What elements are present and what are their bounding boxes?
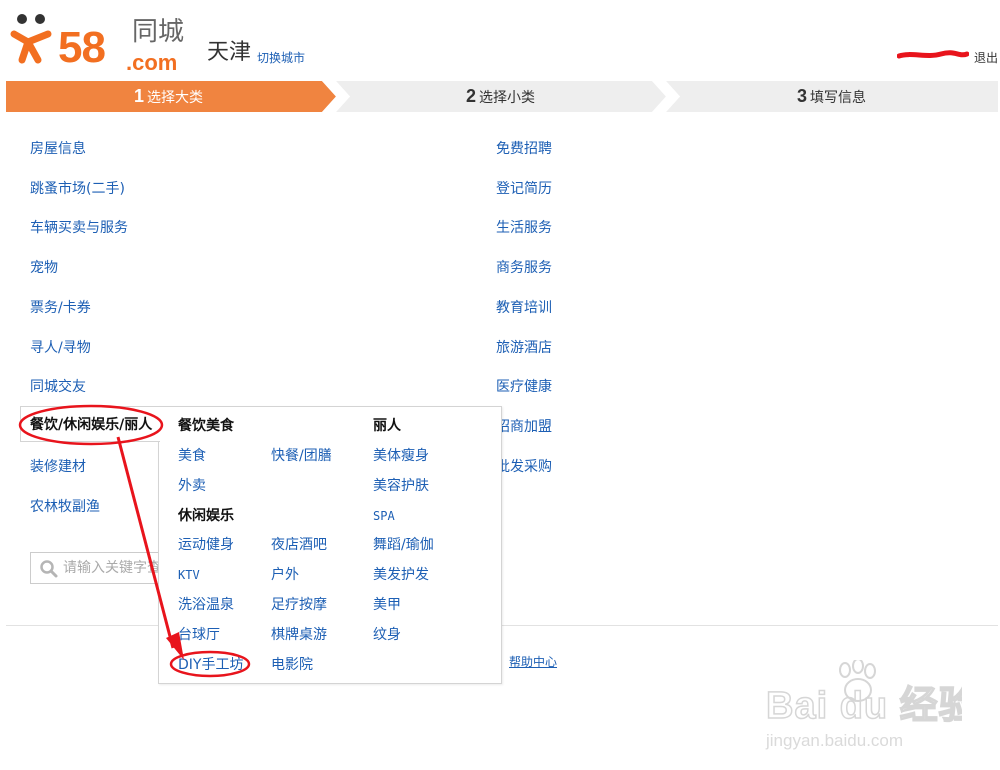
category-wholesale[interactable]: 批发采购 [496, 457, 552, 477]
site-logo[interactable]: 58 同城 .com [8, 12, 193, 75]
step-1: 1 选择大类 [134, 81, 203, 112]
sub-diy-workshop[interactable]: DIY手工坊 [178, 655, 243, 675]
category-life-services[interactable]: 生活服务 [496, 218, 552, 238]
category-education[interactable]: 教育培训 [496, 298, 552, 318]
category-dining-leisure-beauty[interactable]: 餐饮/休闲娱乐/丽人 [20, 406, 160, 442]
sub-fitness[interactable]: 运动健身 [178, 535, 234, 555]
category-second-hand[interactable]: 跳蚤市场(二手) [30, 179, 125, 199]
footer-divider [6, 625, 998, 626]
sub-outdoor[interactable]: 户外 [271, 565, 299, 585]
redacted-username[interactable] [897, 50, 969, 60]
group-heading-food: 餐饮美食 [178, 418, 234, 434]
subcategory-flyout: 餐饮美食 丽人 美食 快餐/团膳 美体瘦身 外卖 美容护肤 休闲娱乐 SPA 运… [158, 406, 502, 684]
category-franchise[interactable]: 招商加盟 [496, 417, 552, 437]
category-pets[interactable]: 宠物 [30, 258, 58, 278]
sub-board-games[interactable]: 棋牌桌游 [271, 625, 327, 645]
step-1-label: 选择大类 [147, 90, 204, 106]
category-agriculture[interactable]: 农林牧副渔 [30, 497, 100, 517]
sub-bath-spring[interactable]: 洗浴温泉 [178, 595, 234, 615]
category-housing[interactable]: 房屋信息 [30, 139, 86, 159]
group-heading-leisure: 休闲娱乐 [178, 508, 234, 524]
category-tickets[interactable]: 票务/卡券 [30, 298, 91, 318]
step-1-number: 1 [134, 86, 145, 106]
category-jobs[interactable]: 免费招聘 [496, 139, 552, 159]
logo-tongcheng: 同城 [132, 17, 185, 47]
sub-nails[interactable]: 美甲 [373, 595, 401, 615]
sub-food[interactable]: 美食 [178, 446, 206, 466]
sub-nightclub[interactable]: 夜店酒吧 [271, 535, 327, 555]
step-2-label: 选择小类 [479, 90, 536, 106]
baidu-jingyan-watermark: Bai du 经验 jingyan.baidu.com [765, 660, 962, 750]
sub-takeout[interactable]: 外卖 [178, 476, 206, 496]
category-dining-leisure-beauty-label: 餐饮/休闲娱乐/丽人 [30, 417, 153, 433]
sub-cinema[interactable]: 电影院 [271, 655, 313, 675]
logo-dotcom: .com [126, 50, 178, 75]
sub-skin-care[interactable]: 美容护肤 [373, 476, 429, 496]
step-2: 2 选择小类 [466, 81, 535, 112]
current-city: 天津 [207, 40, 252, 65]
sub-body-slimming[interactable]: 美体瘦身 [373, 446, 429, 466]
search-input[interactable] [63, 557, 159, 579]
sub-billiards[interactable]: 台球厅 [178, 625, 220, 645]
group-heading-beauty: 丽人 [373, 418, 401, 434]
sub-spa[interactable]: SPA [373, 506, 395, 526]
watermark-url: jingyan.baidu.com [765, 731, 903, 750]
step-2-number: 2 [466, 86, 477, 106]
category-dating[interactable]: 同城交友 [30, 377, 86, 397]
sub-fast-food[interactable]: 快餐/团膳 [271, 446, 332, 466]
sub-dance-yoga[interactable]: 舞蹈/瑜伽 [373, 535, 434, 555]
category-lost-found[interactable]: 寻人/寻物 [30, 338, 91, 358]
category-medical[interactable]: 医疗健康 [496, 377, 552, 397]
category-business-services[interactable]: 商务服务 [496, 258, 552, 278]
sub-hair-care[interactable]: 美发护发 [373, 565, 429, 585]
watermark-brand: Bai du 经验 [766, 685, 962, 727]
mascot-icon [10, 14, 52, 64]
category-vehicles[interactable]: 车辆买卖与服务 [30, 218, 128, 238]
step-3: 3 填写信息 [797, 81, 866, 112]
search-icon [40, 560, 58, 578]
step-progress: 1 选择大类 2 选择小类 3 填写信息 [6, 81, 998, 112]
category-decoration[interactable]: 装修建材 [30, 457, 86, 477]
category-resume[interactable]: 登记简历 [496, 179, 552, 199]
sub-ktv[interactable]: KTV [178, 565, 200, 585]
switch-city-link[interactable]: 切换城市 [257, 50, 305, 66]
step-3-number: 3 [797, 86, 808, 106]
search-box [30, 552, 160, 584]
sub-tattoo[interactable]: 纹身 [373, 625, 401, 645]
logo-number: 58 [58, 23, 106, 72]
logout-link[interactable]: 退出 [974, 50, 998, 66]
sub-foot-massage[interactable]: 足疗按摩 [271, 595, 327, 615]
help-center-link[interactable]: 帮助中心 [509, 654, 557, 670]
category-travel-hotel[interactable]: 旅游酒店 [496, 338, 552, 358]
step-3-label: 填写信息 [810, 90, 867, 106]
